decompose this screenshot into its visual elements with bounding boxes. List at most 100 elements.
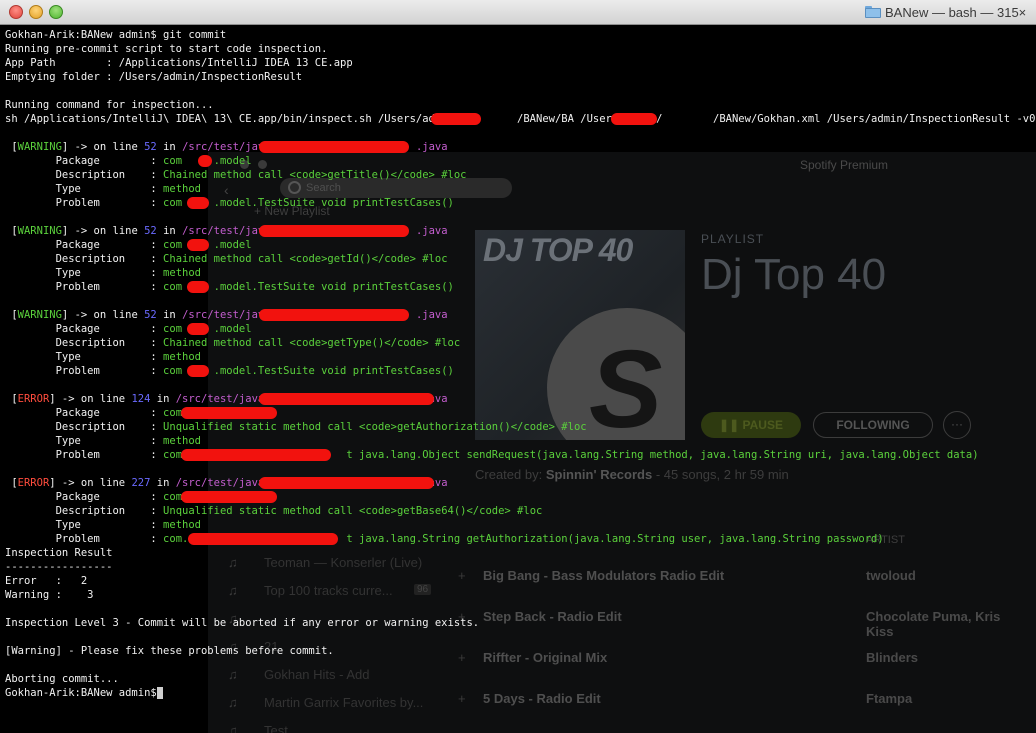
close-button[interactable] [9, 5, 23, 19]
terminal-text: Description : [5, 421, 164, 433]
add-track-icon: + [458, 691, 466, 706]
terminal-text: Gokhan-Arik:BANew admin$ git commit [5, 29, 227, 41]
terminal-text: ] -> on line [61, 225, 145, 237]
terminal-text: 52 [144, 309, 157, 321]
terminal-text: Description : [5, 505, 164, 517]
terminal-line: Type : method [5, 518, 201, 532]
terminal-text: in [150, 393, 176, 405]
terminal-text: method [163, 519, 201, 531]
window-title: BANew — bash — 315× [885, 4, 1027, 20]
sidebar-playlist-name: Gokhan Hits - Add [264, 667, 370, 682]
terminal-line: Type : method [5, 434, 201, 448]
track-row: + Big Bang - Bass Modulators Radio Edit tw… [458, 568, 1018, 588]
terminal-text: Inspection Result [5, 547, 113, 559]
terminal-text: Chained method call <code>getType()</cod… [163, 337, 461, 349]
redaction-mark [259, 477, 434, 489]
terminal-text: 124 [131, 393, 151, 405]
redaction-mark [259, 309, 409, 321]
redaction-mark [187, 365, 209, 377]
terminal-line: Running pre-commit script to start code … [5, 42, 327, 56]
terminal-text: Type : [5, 435, 164, 447]
more-button: ··· [943, 411, 971, 439]
track-artist: twoloud [866, 568, 916, 583]
terminal-line: Package : com .model [5, 238, 252, 252]
redaction-mark [187, 239, 209, 251]
track-name: Step Back - Radio Edit [483, 609, 622, 624]
terminal-text: method [163, 267, 201, 279]
playlist-label: PLAYLIST [701, 232, 765, 246]
terminal-line: Inspection Level 3 - Commit will be abor… [5, 616, 479, 630]
terminal-text: com [163, 491, 183, 503]
terminal-text: Problem : [5, 281, 164, 293]
redaction-mark [181, 491, 277, 503]
sidebar-playlist-name: Martin Garrix Favorites by... [264, 695, 424, 710]
sidebar-playlist-item: ♫ Test [224, 723, 434, 733]
minimize-button[interactable] [29, 5, 43, 19]
sidebar-count-badge: 96 [414, 584, 432, 595]
terminal-text: 52 [144, 141, 157, 153]
track-name: Riffter - Original Mix [483, 650, 608, 665]
terminal-text: Description : [5, 169, 164, 181]
terminal-text: Type : [5, 183, 164, 195]
cover-text: DJ TOP 40 [483, 232, 633, 268]
terminal-line: Problem : com .model.TestSuite void prin… [5, 196, 454, 210]
terminal-text: Unqualified static method call <code>get… [163, 505, 543, 517]
terminal-text: Chained method call <code>getId()</code>… [163, 253, 448, 265]
terminal-window: BANew — bash — 315× Spotify Premium ‹ Se… [0, 0, 1036, 733]
music-note-icon: ♫ [228, 695, 238, 710]
bg-app-title: Spotify Premium [800, 158, 889, 172]
created-by-line: Created by: Spinnin' Records - 45 songs,… [475, 467, 789, 482]
terminal-line: Gokhan-Arik:BANew admin$ [5, 686, 163, 700]
sidebar-playlist-item: ♫ Top 100 tracks curre... 96 [224, 583, 434, 601]
terminal-line: Description : Unqualified static method … [5, 420, 587, 434]
terminal-text: [ [5, 393, 18, 405]
terminal-text: Problem : [5, 197, 164, 209]
terminal-line: Problem : com. t java.lang.String getAut… [5, 532, 884, 546]
terminal-line: Package : com [5, 406, 182, 420]
terminal-text: Running command for inspection... [5, 99, 214, 111]
terminal-text: ERROR [17, 393, 50, 405]
music-note-icon: ♫ [228, 723, 238, 733]
terminal-line: Running command for inspection... [5, 98, 214, 112]
terminal-text: WARNING [17, 225, 62, 237]
redaction-mark [259, 225, 409, 237]
sidebar-playlist-item: ♫ Martin Garrix Favorites by... [224, 695, 434, 713]
terminal-line: Inspection Result [5, 546, 112, 560]
terminal-text: Description : [5, 337, 164, 349]
track-name: 5 Days - Radio Edit [483, 691, 601, 706]
terminal-text: Chained method call <code>getTitle()</co… [163, 169, 467, 181]
created-by-name: Spinnin' Records [545, 467, 653, 482]
sidebar-playlist-item: ♫ Gokhan Hits - Add [224, 667, 434, 685]
track-row: + Riffter - Original Mix Blinders [458, 650, 1018, 670]
terminal-text: Running pre-commit script to start code … [5, 43, 328, 55]
terminal-line: Package : com .model [5, 154, 252, 168]
add-track-icon: + [458, 568, 466, 583]
terminal-text: Problem : [5, 449, 164, 461]
terminal-text: ERROR [17, 477, 50, 489]
terminal-text: Description : [5, 253, 164, 265]
terminal-text: Warning : 3 [5, 589, 94, 601]
folder-icon [865, 6, 881, 18]
playlist-cover: DJ TOP 40 [475, 230, 685, 440]
track-name: Big Bang - Bass Modulators Radio Edit [483, 568, 725, 583]
terminal-text: in [156, 141, 183, 153]
zoom-button[interactable] [49, 5, 63, 19]
terminal-line: [Warning] - Please fix these problems be… [5, 644, 334, 658]
terminal-text: 52 [144, 225, 157, 237]
terminal-text: [ [5, 225, 18, 237]
terminal-line: Description : Unqualified static method … [5, 504, 543, 518]
music-note-icon: ♫ [228, 583, 238, 598]
terminal-text: [Warning] - Please fix these problems be… [5, 645, 334, 657]
redaction-mark [187, 281, 209, 293]
terminal-line: Aborting commit... [5, 672, 119, 686]
terminal-text: Inspection Level 3 - Commit will be abor… [5, 617, 480, 629]
search-icon [288, 181, 301, 194]
sidebar-playlist-item: ♫ Teoman — Konserler (Live) [224, 555, 434, 573]
terminal-line: Problem : com .model.TestSuite void prin… [5, 364, 454, 378]
track-artist: Blinders [866, 650, 919, 665]
terminal-line: Warning : 3 [5, 588, 94, 602]
track-row: + Step Back - Radio Edit Chocolate Puma, K… [458, 609, 1018, 639]
redaction-mark [198, 155, 212, 167]
title-bar[interactable]: BANew — bash — 315× [0, 0, 1036, 25]
terminal-text: Package : [5, 239, 164, 251]
